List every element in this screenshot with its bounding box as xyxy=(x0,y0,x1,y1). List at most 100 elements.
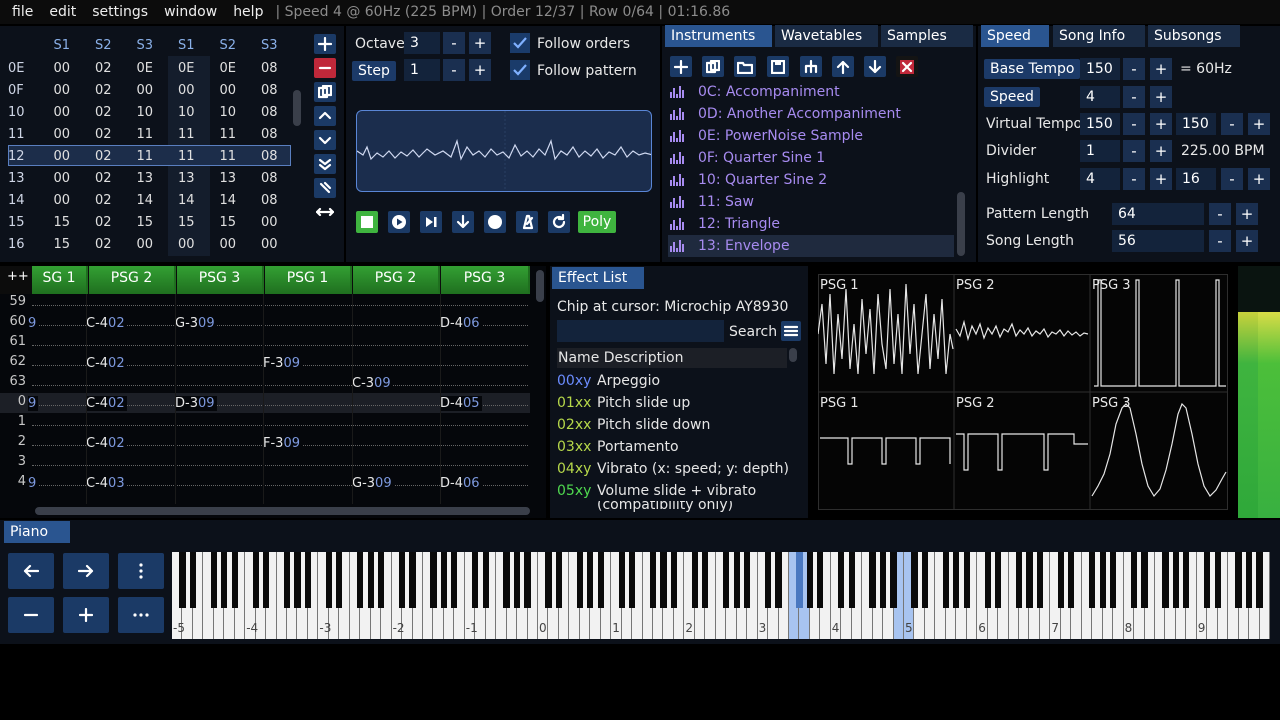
menu-help[interactable]: help xyxy=(225,4,271,20)
pattern-cell[interactable]: 9 xyxy=(28,316,39,331)
delete-instrument-icon[interactable] xyxy=(896,56,918,77)
base-tempo-input[interactable]: 150 xyxy=(1080,58,1120,80)
piano-black-key[interactable] xyxy=(189,552,197,608)
order-cell[interactable]: 10 xyxy=(166,105,208,120)
order-cell[interactable]: 08 xyxy=(249,149,291,164)
order-cell[interactable]: 08 xyxy=(249,83,291,98)
order-cell[interactable]: 11 xyxy=(124,127,166,142)
effect-filter-menu-icon[interactable] xyxy=(781,321,801,341)
duplicate-order-icon[interactable] xyxy=(314,82,336,102)
piano-black-key[interactable] xyxy=(367,552,374,608)
orders-row[interactable]: 11 00 02 11 11 11 08 xyxy=(8,123,290,145)
effect-search-input[interactable] xyxy=(557,320,724,342)
speed-input[interactable]: 4 xyxy=(1080,86,1120,108)
order-cell[interactable]: 00 xyxy=(166,83,208,98)
pattern-v-scrollbar[interactable] xyxy=(536,270,544,302)
pattern-cell[interactable]: F-309 xyxy=(263,436,302,451)
repeat-pattern-icon[interactable] xyxy=(548,211,570,233)
piano-black-key[interactable] xyxy=(1110,552,1117,608)
highlight-b-input[interactable]: 16 xyxy=(1176,168,1216,190)
pattern-cell[interactable]: G-309 xyxy=(175,316,217,331)
order-cell[interactable]: 10 xyxy=(124,105,166,120)
base-tempo-decrement[interactable]: - xyxy=(1123,58,1145,80)
piano-black-key[interactable] xyxy=(179,552,186,608)
piano-zoom-in-icon[interactable] xyxy=(63,597,109,633)
highlight-b-increment[interactable]: + xyxy=(1248,168,1270,190)
piano-octave-up-icon[interactable] xyxy=(63,553,109,589)
tab-wavetables[interactable]: Wavetables xyxy=(775,25,878,47)
pattern-cell[interactable]: D-405 xyxy=(440,396,482,411)
piano-black-key[interactable] xyxy=(963,552,970,608)
highlight-a-increment[interactable]: + xyxy=(1150,168,1172,190)
order-cell[interactable]: 02 xyxy=(83,105,125,120)
orders-row[interactable]: 0F 00 02 00 00 00 08 xyxy=(8,79,290,101)
orders-row[interactable]: 10 00 02 10 10 10 08 xyxy=(8,101,290,123)
order-cell[interactable]: 08 xyxy=(249,61,291,76)
order-cell[interactable]: 00 xyxy=(207,237,249,252)
piano-black-key[interactable] xyxy=(984,552,991,608)
tab-instruments[interactable]: Instruments xyxy=(665,25,772,47)
virtual-tempo-num[interactable]: 150 xyxy=(1080,113,1120,135)
order-cell[interactable]: 14 xyxy=(166,193,208,208)
pattern-row[interactable]: 59 xyxy=(0,294,530,314)
order-cell[interactable]: 14 xyxy=(124,193,166,208)
order-cell[interactable]: 13 xyxy=(207,171,249,186)
piano-options-icon[interactable] xyxy=(118,553,164,589)
metronome-icon[interactable] xyxy=(516,211,538,233)
instrument-item[interactable]: 0D: Another Accompaniment xyxy=(668,103,954,125)
effect-item[interactable]: 00xy Arpeggio xyxy=(557,370,660,392)
piano-black-key[interactable] xyxy=(817,552,824,608)
order-cell[interactable]: 02 xyxy=(83,171,125,186)
piano-black-key[interactable] xyxy=(325,552,332,608)
piano-black-key[interactable] xyxy=(1141,552,1148,608)
piano-black-key[interactable] xyxy=(472,552,479,608)
pattern-cell[interactable]: G-309 xyxy=(352,476,394,491)
piano-black-key[interactable] xyxy=(649,552,657,608)
order-cell[interactable]: 14 xyxy=(207,193,249,208)
orders-row[interactable]: 0E 00 02 0E 0E 0E 08 xyxy=(8,57,290,79)
piano-black-key[interactable] xyxy=(336,552,343,608)
order-cell[interactable]: 08 xyxy=(249,127,291,142)
order-cell[interactable]: 00 xyxy=(124,237,166,252)
piano-black-key[interactable] xyxy=(597,552,604,608)
instrument-item[interactable]: 0E: PowerNoise Sample xyxy=(668,125,954,147)
pattern-cell[interactable]: D-309 xyxy=(175,396,217,411)
piano-black-key[interactable] xyxy=(1183,552,1190,608)
orders-row[interactable]: 16 15 02 00 00 00 00 xyxy=(8,233,290,255)
tab-effect-list[interactable]: Effect List xyxy=(552,267,644,289)
order-width-icon[interactable] xyxy=(314,202,336,222)
piano-black-key[interactable] xyxy=(1089,552,1096,608)
order-cell[interactable]: 15 xyxy=(41,215,83,230)
move-order-down-icon[interactable] xyxy=(314,130,336,150)
order-cell[interactable]: 02 xyxy=(83,83,125,98)
divider-increment[interactable]: + xyxy=(1150,140,1172,162)
piano-black-key[interactable] xyxy=(1057,552,1064,608)
piano-black-key[interactable] xyxy=(1172,552,1179,608)
pattern-row[interactable]: 60 9 C-402 G-309 D-406 xyxy=(0,314,530,334)
piano-black-key[interactable] xyxy=(1026,552,1033,608)
piano-black-key[interactable] xyxy=(764,552,772,608)
piano-black-key[interactable] xyxy=(702,552,709,608)
virtual-tempo-den-increment[interactable]: + xyxy=(1248,113,1270,135)
tab-piano[interactable]: Piano xyxy=(4,521,70,543)
effect-item[interactable]: 05xy Volume slide + vibrato xyxy=(557,480,756,502)
pattern-cell[interactable]: C-309 xyxy=(352,376,393,391)
remove-order-button[interactable] xyxy=(314,58,336,78)
tab-song-info[interactable]: Song Info xyxy=(1053,25,1145,47)
instrument-item[interactable]: 11: Saw xyxy=(668,191,954,213)
tab-subsongs[interactable]: Subsongs xyxy=(1148,25,1240,47)
piano-black-key[interactable] xyxy=(628,552,636,608)
pattern-expand-button[interactable]: ++ xyxy=(0,266,32,294)
piano-black-key[interactable] xyxy=(283,552,291,608)
order-cell[interactable]: 02 xyxy=(83,149,125,164)
poly-toggle[interactable]: Poly xyxy=(578,211,616,233)
instrument-tree-icon[interactable] xyxy=(800,56,822,77)
order-cell[interactable]: 13 xyxy=(124,171,166,186)
piano-black-key[interactable] xyxy=(482,552,489,608)
instrument-scrollbar[interactable] xyxy=(957,192,965,256)
effect-scrollbar[interactable] xyxy=(789,348,797,362)
channel-name[interactable]: PSG 3 xyxy=(176,266,262,294)
step-decrement-button[interactable]: - xyxy=(443,59,465,81)
tab-samples[interactable]: Samples xyxy=(881,25,973,47)
instrument-item[interactable]: 12: Triangle xyxy=(668,213,954,235)
